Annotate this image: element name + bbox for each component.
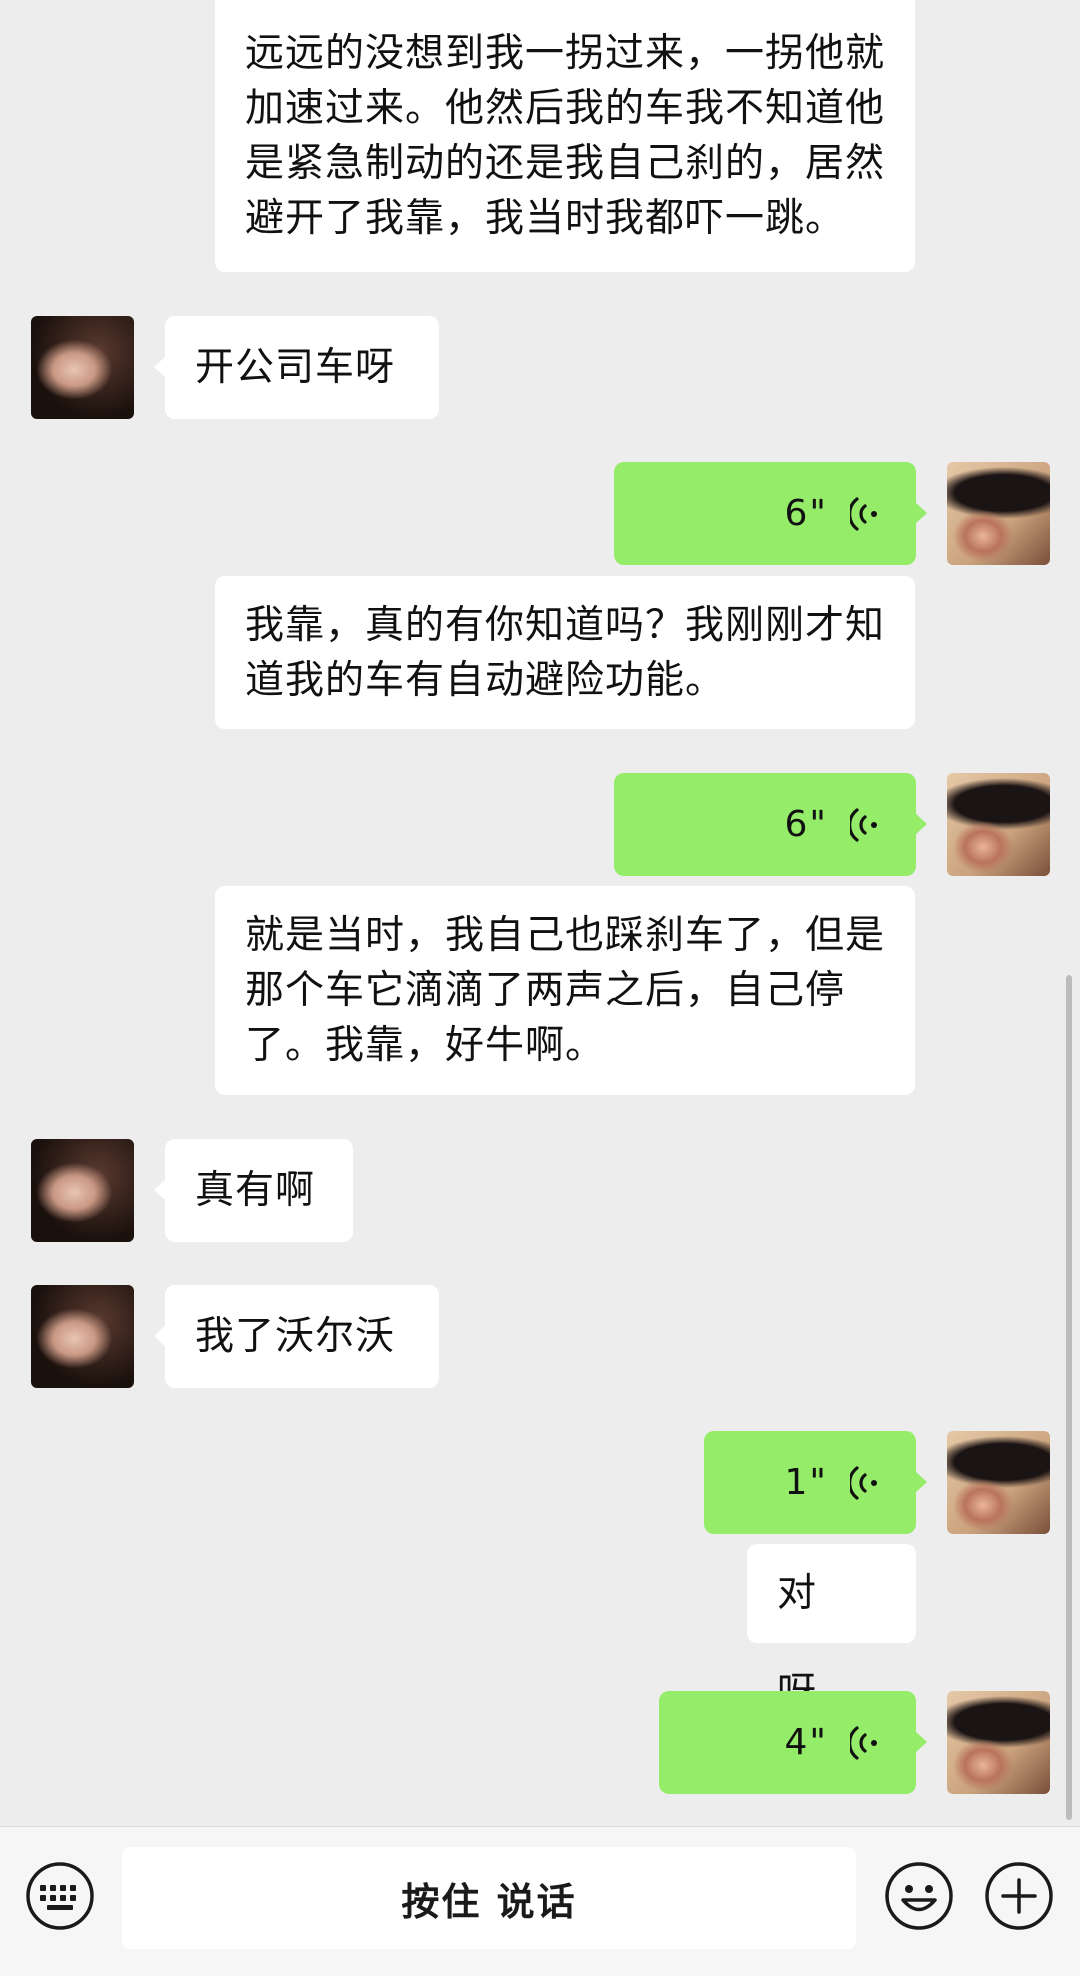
message-text: 真有啊	[195, 1168, 316, 1213]
message-text: 开公司车呀	[195, 345, 396, 390]
voice-duration: 6"	[784, 804, 828, 845]
chat-message-list[interactable]: 远远的没想到我一拐过来，一拐他就加速过来。他然后我的车我不知道他是紧急制动的还是…	[0, 0, 1080, 1826]
voice-transcription-bubble: 远远的没想到我一拐过来，一拐他就加速过来。他然后我的车我不知道他是紧急制动的还是…	[215, 0, 915, 272]
message-bubble-received[interactable]: 开公司车呀	[154, 316, 439, 419]
voice-wave-icon	[850, 1465, 877, 1500]
avatar-contact[interactable]	[31, 316, 134, 419]
hold-to-talk-button[interactable]: 按住 说话	[122, 1847, 856, 1949]
voice-message-bubble[interactable]: 1"	[704, 1431, 927, 1534]
avatar-self[interactable]	[947, 1691, 1050, 1794]
message-text: 远远的没想到我一拐过来，一拐他就加速过来。他然后我的车我不知道他是紧急制动的还是…	[245, 31, 886, 241]
voice-message-bubble[interactable]: 6"	[614, 462, 927, 565]
voice-wave-icon	[850, 1725, 877, 1760]
message-text: 我靠，真的有你知道吗？我刚刚才知道我的车有自动避险功能。	[245, 603, 886, 703]
avatar-contact[interactable]	[31, 1139, 134, 1242]
voice-duration: 4"	[784, 1722, 828, 1763]
chat-scrollbar[interactable]	[1066, 975, 1072, 1820]
message-text: 我了沃尔沃	[195, 1314, 396, 1359]
message-bubble-received[interactable]: 真有啊	[154, 1139, 353, 1242]
avatar-self[interactable]	[947, 462, 1050, 565]
voice-transcription-bubble: 对呀。	[747, 1544, 916, 1715]
voice-transcription-bubble: 我靠，真的有你知道吗？我刚刚才知道我的车有自动避险功能。	[215, 576, 915, 729]
avatar-self[interactable]	[947, 773, 1050, 876]
avatar-contact[interactable]	[31, 1285, 134, 1388]
plus-icon[interactable]	[984, 1861, 1054, 1931]
avatar-self[interactable]	[947, 1431, 1050, 1534]
voice-transcription-bubble: 就是当时，我自己也踩刹车了，但是那个车它滴滴了两声之后，自己停了。我靠，好牛啊。	[215, 886, 915, 1095]
voice-duration: 6"	[784, 493, 828, 534]
voice-wave-icon	[850, 496, 877, 531]
emoji-icon[interactable]	[884, 1861, 954, 1931]
voice-wave-icon	[850, 807, 877, 842]
keyboard-icon[interactable]	[25, 1861, 95, 1931]
input-toolbar: 按住 说话	[0, 1826, 1080, 1976]
voice-message-bubble[interactable]: 6"	[614, 773, 927, 876]
message-bubble-received[interactable]: 我了沃尔沃	[154, 1285, 439, 1388]
voice-message-bubble[interactable]: 4"	[659, 1691, 927, 1794]
voice-duration: 1"	[784, 1462, 828, 1503]
message-text: 就是当时，我自己也踩刹车了，但是那个车它滴滴了两声之后，自己停了。我靠，好牛啊。	[245, 913, 886, 1068]
